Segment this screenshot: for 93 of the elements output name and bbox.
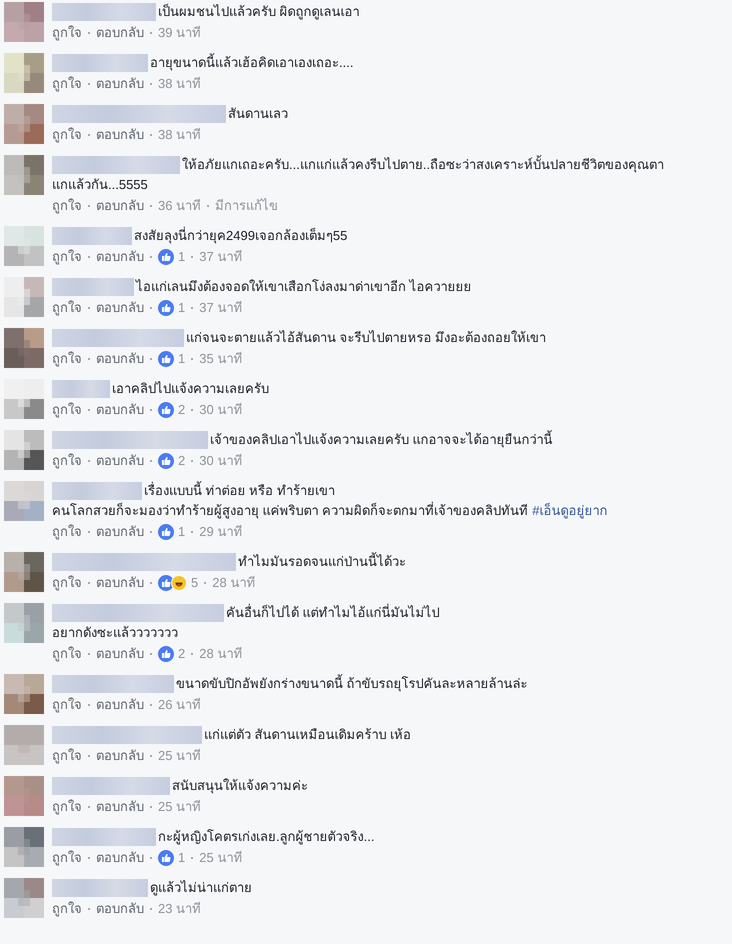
timestamp[interactable]: 23 นาที <box>158 900 202 918</box>
like-link[interactable]: ถูกใจ <box>52 574 82 592</box>
comment-text: คันอื่นก็ไปได้ แต่ทำไมไอ้แก่นี่มันไม่ไป <box>226 603 440 622</box>
comment-text: สนับสนุนให้แจ้งความค่ะ <box>172 777 308 796</box>
comment-text: สันดานเลว <box>228 105 288 123</box>
like-link[interactable]: ถูกใจ <box>52 696 82 714</box>
timestamp[interactable]: 25 นาที <box>158 747 202 765</box>
reply-link[interactable]: ตอบกลับ <box>96 299 144 317</box>
reply-link[interactable]: ตอบกลับ <box>96 401 144 419</box>
reaction-count[interactable]: 1 <box>178 299 186 317</box>
comment-text: กะผู้หญิงโคตรเก่งเลย.ลูกผู้ชายตัวจริง... <box>158 828 374 846</box>
comment-text: เรื่องแบบนี้ ท่าต่อย หรือ ทำร้ายเขา <box>144 481 335 500</box>
like-link[interactable]: ถูกใจ <box>52 197 82 215</box>
like-link[interactable]: ถูกใจ <box>52 849 82 867</box>
like-link[interactable]: ถูกใจ <box>52 350 82 368</box>
timestamp[interactable]: 38 นาที <box>158 126 202 144</box>
reaction-count[interactable]: 2 <box>178 452 186 470</box>
reply-link[interactable]: ตอบกลับ <box>96 523 144 541</box>
timestamp[interactable]: 36 นาที <box>158 197 202 215</box>
like-link[interactable]: ถูกใจ <box>52 75 82 93</box>
reply-link[interactable]: ตอบกลับ <box>96 747 144 765</box>
like-link[interactable]: ถูกใจ <box>52 747 82 765</box>
comment-text: เป็นผมชนไปแล้วครับ ผิดถูกดูเลนเอา <box>158 2 360 22</box>
laughing-emoji-icon <box>171 575 187 591</box>
reply-link[interactable]: ตอบกลับ <box>96 350 144 368</box>
like-icon <box>158 575 174 591</box>
timestamp[interactable]: 37 นาที <box>199 248 242 266</box>
reply-link[interactable]: ตอบกลับ <box>96 197 144 215</box>
comment-text: แก่แต่ตัว สันดานเหมือนเดิมคร้าบ เห้อ <box>204 726 412 744</box>
like-icon <box>158 850 174 866</box>
timestamp[interactable]: 39 นาที <box>158 24 202 42</box>
comment-text: ให้อภัยแกเถอะครับ...แกแก่แล้วคงรีบไปตาย..ถือซะว่าสงเคราะห์บั้นปลายชีวิตของคุณตา <box>182 155 664 174</box>
comment-text: แกแล้วกัน...5555 <box>52 176 148 194</box>
timestamp[interactable]: 38 นาที <box>158 75 202 93</box>
like-icon <box>158 524 174 540</box>
comment-text: อยากดังซะแล้ววววววว <box>52 624 178 642</box>
reply-link[interactable]: ตอบกลับ <box>96 452 144 470</box>
reply-link[interactable]: ตอบกลับ <box>96 574 144 592</box>
reaction-count[interactable]: 2 <box>178 401 186 419</box>
like-link[interactable]: ถูกใจ <box>52 900 82 918</box>
like-icon <box>158 300 174 316</box>
edited-label[interactable]: มีการแก้ไข <box>215 197 278 215</box>
reply-link[interactable]: ตอบกลับ <box>96 248 144 266</box>
timestamp[interactable]: 25 นาที <box>158 798 202 816</box>
comment-text: ขนาดขับปิกอัพยังกร่างขนาดนี้ ถ้าขับรถยุโรปคันละหลายล้านล่ะ <box>176 674 528 694</box>
reply-link[interactable]: ตอบกลับ <box>96 24 144 42</box>
timestamp[interactable]: 37 นาที <box>199 299 242 317</box>
like-icon <box>158 249 174 265</box>
comment-text: แก่จนจะตายแล้วไอ้สันดาน จะรีบไปตายหรอ มึงอะต้องถอยให้เขา <box>186 329 546 347</box>
reply-link[interactable]: ตอบกลับ <box>96 75 144 93</box>
timestamp[interactable]: 25 นาที <box>199 849 242 867</box>
comment-text: สงสัยลุงนี่กว่ายุค2499เจอกล้องเต็มๆ55 <box>134 226 348 246</box>
comment-text: คนโลกสวยก็จะมองว่าทำร้ายผู้สูงอายุ แค่พริบตา ความผิดก็จะตกมาที่เจ้าของคลิปทันที <box>52 501 528 520</box>
comment-text: ไอแก่เลนมึงต้องจอดให้เขาเสือกโง่ลงมาด่าเขาอีก ไอควายยย <box>136 278 472 296</box>
like-icon <box>158 351 174 367</box>
like-link[interactable]: ถูกใจ <box>52 299 82 317</box>
reaction-count[interactable]: 1 <box>178 350 186 368</box>
reaction-count[interactable]: 1 <box>178 523 186 541</box>
comment-text: ดูแล้วไม่น่าแก่ตาย <box>150 879 252 898</box>
like-link[interactable]: ถูกใจ <box>52 248 82 266</box>
blurred-name <box>52 380 110 398</box>
like-icon <box>158 402 174 418</box>
timestamp[interactable]: 35 นาที <box>199 350 242 368</box>
comment-text: ทำไมมันรอดจนแก่ป่านนี้ได้วะ <box>238 552 406 571</box>
comment-text: อายุขนาดนี้แล้วเฮ้อคิดเอาเองเถอะ.... <box>150 53 354 72</box>
like-link[interactable]: ถูกใจ <box>52 523 82 541</box>
reply-link[interactable]: ตอบกลับ <box>96 900 144 918</box>
reply-link[interactable]: ตอบกลับ <box>96 126 144 144</box>
like-link[interactable]: ถูกใจ <box>52 452 82 470</box>
timestamp[interactable]: 28 นาที <box>199 645 242 663</box>
timestamp[interactable]: 28 นาที <box>212 574 256 592</box>
reaction-count[interactable]: 1 <box>178 849 186 867</box>
timestamp[interactable]: 29 นาที <box>199 523 242 541</box>
hashtag-link[interactable]: #เอ็นดูอยู่ยาก <box>532 501 608 521</box>
timestamp[interactable]: 30 นาที <box>199 401 242 419</box>
like-link[interactable]: ถูกใจ <box>52 24 82 42</box>
reply-link[interactable]: ตอบกลับ <box>96 645 144 663</box>
comment-text: เจ้าของคลิปเอาไปแจ้งความเลยครับ แกอาจจะได้อายุยืนกว่านี้ <box>210 430 553 450</box>
reply-link[interactable]: ตอบกลับ <box>96 798 144 816</box>
reply-link[interactable]: ตอบกลับ <box>96 849 144 867</box>
reaction-count[interactable]: 5 <box>191 574 198 592</box>
timestamp[interactable]: 26 นาที <box>158 696 202 714</box>
reaction-count[interactable]: 2 <box>178 645 186 663</box>
like-link[interactable]: ถูกใจ <box>52 126 82 144</box>
comment-text: เอาคลิปไปแจ้งความเลยครับ <box>112 380 269 398</box>
like-icon <box>158 646 174 662</box>
like-link[interactable]: ถูกใจ <box>52 401 82 419</box>
like-link[interactable]: ถูกใจ <box>52 645 82 663</box>
timestamp[interactable]: 30 นาที <box>199 452 242 470</box>
reaction-count[interactable]: 1 <box>178 248 186 266</box>
like-icon <box>158 453 174 469</box>
reply-link[interactable]: ตอบกลับ <box>96 696 144 714</box>
like-link[interactable]: ถูกใจ <box>52 798 82 816</box>
